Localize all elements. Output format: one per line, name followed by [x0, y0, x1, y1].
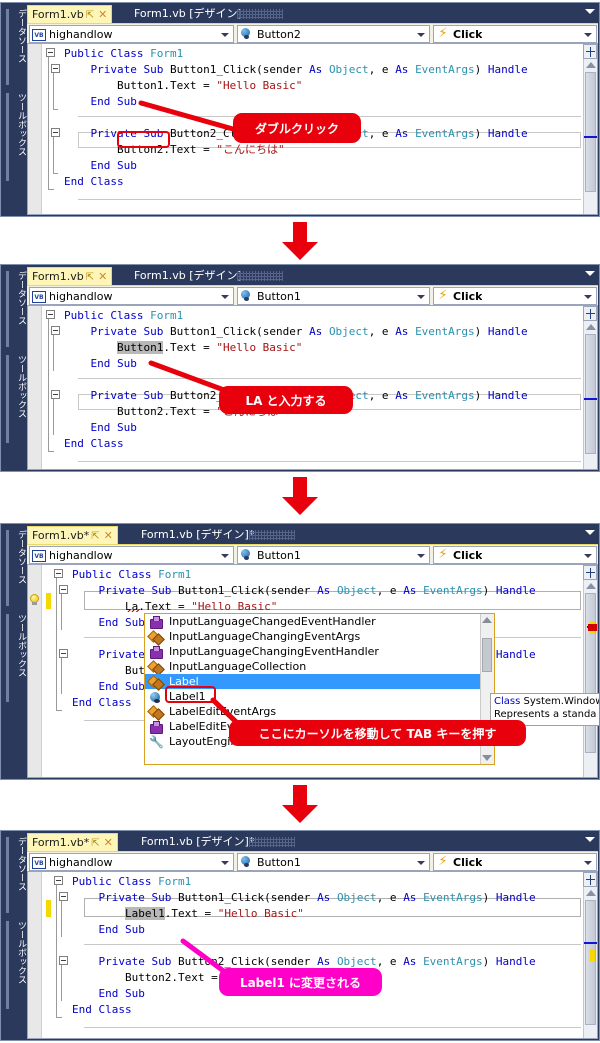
- callout-text: LA と入力する: [245, 393, 327, 408]
- callout-changed-to-label1: Label1 に変更される: [219, 968, 382, 996]
- callout-leader-line: [180, 938, 240, 984]
- down-arrow-icon-1: [282, 222, 318, 260]
- callout-type-la: LA と入力する: [219, 386, 353, 414]
- callout-move-cursor-tab: ここにカーソルを移動して TAB キーを押す: [229, 720, 526, 746]
- vs-window-step1: データソース ツールボックス Form1.vb ⇱ ✕ Form1.vb [デザイン…: [0, 2, 600, 217]
- vs-window-step3: データソース ツールボックス Form1.vb* ⇱ ✕ Form1.vb [デザイ…: [0, 523, 600, 780]
- callout-text: Label1 に変更される: [239, 975, 362, 990]
- callout-text: ここにカーソルを移動して TAB キーを押す: [258, 726, 497, 741]
- callout-text: ダブルクリック: [254, 121, 339, 136]
- vs-window-step2: データソース ツールボックス Form1.vb ⇱ ✕ Form1.vb [デザイン…: [0, 264, 600, 472]
- down-arrow-icon-2: [282, 477, 318, 515]
- callout-leader-line: [138, 100, 236, 132]
- callout-leader-line: [148, 360, 254, 403]
- down-arrow-icon-3: [282, 785, 318, 823]
- page-root: データソース ツールボックス Form1.vb ⇱ ✕ Form1.vb [デザイン…: [0, 0, 600, 1043]
- callout-double-click: ダブルクリック: [233, 113, 361, 143]
- vs-window-step4: データソース ツールボックス Form1.vb* ⇱ ✕ Form1.vb [デザイ…: [0, 830, 600, 1041]
